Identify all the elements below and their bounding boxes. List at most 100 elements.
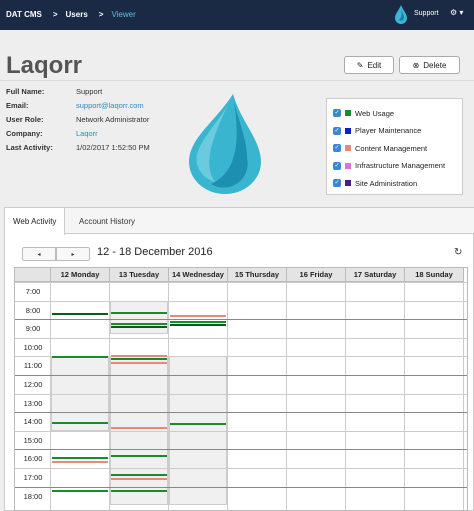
hour-line [15, 319, 467, 321]
calendar-event[interactable] [52, 456, 108, 459]
delete-icon: ⊗ [412, 60, 420, 70]
legend-swatch [345, 180, 351, 186]
day-header: 14 Wednesday [169, 268, 228, 282]
next-week-button[interactable]: ▸ [56, 247, 90, 261]
hour-line [15, 300, 467, 302]
hour-line [15, 430, 467, 432]
info-key: Company: [6, 129, 43, 138]
calendar-event[interactable] [52, 422, 108, 425]
breadcrumb-viewer: Viewer [111, 10, 136, 19]
legend-item[interactable]: ✓ Web Usage [333, 107, 394, 119]
hour-line [15, 337, 467, 339]
calendar-event[interactable] [52, 356, 108, 359]
tab-web-activity[interactable]: Web Activity [5, 208, 66, 235]
refresh-icon[interactable]: ↻ [454, 247, 462, 258]
email-link[interactable]: support@laqorr.com [76, 101, 144, 110]
legend-label: Infrastructure Management [355, 161, 446, 170]
day-header: 16 Friday [287, 268, 346, 282]
calendar-event[interactable] [111, 354, 167, 357]
info-key: Last Activity: [6, 143, 53, 152]
calendar-event[interactable] [111, 358, 167, 361]
delete-button[interactable]: ⊗ Delete [399, 56, 460, 74]
legend-item[interactable]: ✓ Site Administration [333, 177, 417, 189]
activity-value: 1/02/2017 1:52:50 PM [76, 143, 150, 152]
breadcrumb-dat-cms[interactable]: DAT CMS [6, 10, 42, 19]
hour-line [15, 393, 467, 395]
edit-button-label: Edit [367, 60, 382, 70]
calendar-event[interactable] [111, 478, 167, 481]
hour-label: 12:00 [23, 380, 43, 389]
hour-label: 14:00 [23, 417, 43, 427]
drop-logo-icon [395, 5, 407, 24]
hour-label: 16:00 [23, 454, 43, 464]
calendar-event[interactable] [111, 325, 167, 328]
legend-item[interactable]: ✓ Content Management [333, 142, 427, 154]
hour-line [15, 282, 467, 283]
calendar-event[interactable] [170, 323, 226, 326]
legend-checkbox[interactable]: ✓ [333, 179, 341, 187]
calendar-event[interactable] [170, 315, 226, 318]
pencil-icon: ✎ [356, 60, 364, 70]
calendar-event[interactable] [170, 423, 226, 426]
hour-label: 15:00 [23, 435, 43, 445]
activity-legend: ✓ Web Usage ✓ Player Maintenance ✓ Content Ma… [326, 98, 463, 195]
hour-label: 8:00 [25, 305, 41, 315]
hour-line [15, 468, 467, 469]
calendar-title: 12 - 18 December 2016 [97, 246, 213, 258]
breadcrumb: DAT CMS > Users > Viewer [6, 10, 139, 19]
legend-checkbox[interactable]: ✓ [333, 126, 341, 135]
edit-button[interactable]: ✎ Edit [344, 56, 394, 74]
busy-block [110, 300, 168, 335]
calendar-event[interactable] [111, 490, 167, 493]
day-header: 13 Tuesday [110, 268, 169, 282]
calendar-event[interactable] [111, 427, 167, 430]
legend-label: Content Management [355, 143, 428, 153]
day-header: 15 Thursday [228, 268, 287, 282]
company-link[interactable]: Laqorr [76, 129, 98, 138]
calendar-event[interactable] [111, 311, 167, 314]
hour-line [15, 449, 467, 451]
breadcrumb-separator: > [52, 10, 58, 19]
calendar-event[interactable] [111, 473, 167, 476]
gear-menu-icon[interactable]: ⚙ ▾ [450, 8, 463, 17]
hour-line [15, 375, 467, 376]
hour-label: 17:00 [23, 473, 43, 482]
hour-label: 10:00 [23, 342, 43, 352]
user-menu-label[interactable]: Support [414, 10, 439, 17]
drop-logo-icon [189, 94, 261, 194]
legend-swatch [345, 110, 351, 116]
day-column-divider [345, 282, 346, 510]
calendar-event[interactable] [52, 460, 108, 463]
info-key: User Role: [6, 115, 44, 124]
tab-bar: Web Activity Account History [5, 208, 474, 235]
legend-checkbox[interactable]: ✓ [333, 109, 341, 117]
hour-line [15, 486, 467, 488]
tab-account-history[interactable]: Account History [71, 208, 143, 234]
day-column-divider [227, 282, 228, 510]
breadcrumb-users[interactable]: Users [66, 10, 88, 19]
legend-item[interactable]: ✓ Infrastructure Management [333, 160, 445, 172]
calendar-event[interactable] [52, 312, 108, 315]
hour-label: 18:00 [23, 491, 43, 501]
info-key: Email: [6, 101, 29, 110]
calendar-event[interactable] [52, 490, 108, 493]
prev-week-button[interactable]: ◂ [22, 247, 56, 261]
day-column-divider [404, 282, 405, 510]
legend-item[interactable]: ✓ Player Maintenance [333, 125, 421, 137]
delete-button-label: Delete [423, 60, 447, 70]
day-header: 18 Sunday [405, 268, 464, 282]
legend-checkbox[interactable]: ✓ [333, 161, 341, 170]
calendar-event[interactable] [111, 361, 167, 364]
calendar-event[interactable] [111, 454, 167, 457]
calendar-event[interactable] [111, 322, 167, 325]
legend-swatch [345, 145, 351, 151]
day-header: 17 Saturday [346, 268, 405, 282]
week-calendar: 12 Monday 13 Tuesday 14 Wednesday 15 Thursd… [14, 267, 468, 511]
legend-label: Player Maintenance [355, 126, 422, 135]
role-value: Network Administrator [76, 115, 150, 124]
calendar-event[interactable] [170, 321, 226, 324]
legend-swatch [345, 127, 351, 134]
legend-label: Web Usage [355, 108, 395, 118]
legend-swatch [345, 162, 351, 169]
legend-checkbox[interactable]: ✓ [333, 144, 341, 152]
